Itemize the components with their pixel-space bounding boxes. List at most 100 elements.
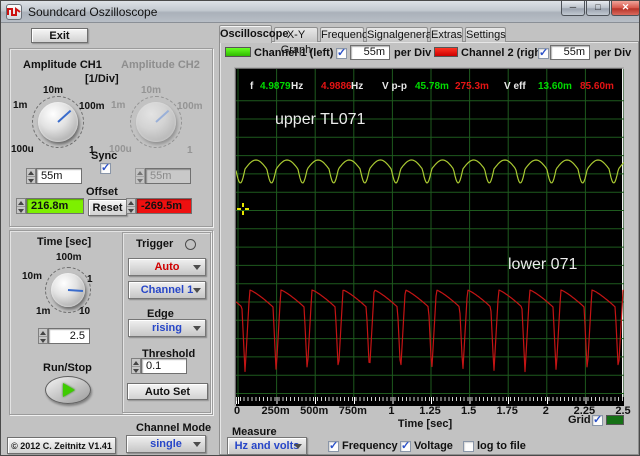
window-title: Soundcard Oszilloscope	[28, 5, 158, 19]
knob-tick-label: 10m	[43, 85, 64, 96]
upper-trace-annotation: upper TL071	[275, 111, 366, 128]
maximize-icon[interactable]: □	[586, 1, 610, 16]
x-tick-label: 250m	[261, 405, 290, 417]
title-bar[interactable]: Soundcard Oszilloscope ─ □ ✕	[1, 1, 639, 23]
app-window: Soundcard Oszilloscope ─ □ ✕ Exit Amplit…	[0, 0, 640, 456]
offset-ch2-field[interactable]: -269.5m	[136, 198, 192, 214]
meas-veff-ch1: 13.60m	[538, 81, 572, 92]
knob-tick-label: 10	[79, 306, 91, 317]
tab-frequency[interactable]: Frequency	[320, 27, 373, 42]
channel2-enable-checkbox[interactable]	[538, 46, 549, 59]
minimize-icon[interactable]: ─	[561, 1, 585, 16]
threshold-field[interactable]: 0.1	[141, 358, 187, 374]
chevron-down-icon	[193, 442, 201, 447]
trigger-led	[185, 239, 196, 250]
voltage-checkbox[interactable]	[400, 439, 411, 452]
offset-ch1-stepper[interactable]	[16, 198, 26, 214]
log-to-file-checkbox[interactable]	[463, 441, 474, 452]
knob-tick-label: 1m	[36, 306, 51, 317]
play-icon	[63, 383, 75, 397]
meas-veff-label: V eff	[504, 81, 526, 92]
frequency-checkbox[interactable]	[328, 439, 339, 452]
chevron-down-icon	[193, 288, 201, 293]
channel1-per-div-field[interactable]: 55m	[350, 45, 390, 60]
time-label: Time [sec]	[37, 236, 92, 248]
voltage-label: Voltage	[414, 440, 453, 452]
x-tick-label: 0	[233, 405, 241, 417]
per-div-label: per Div	[394, 47, 432, 59]
time-stepper[interactable]	[38, 328, 48, 344]
chevron-down-icon	[193, 326, 201, 331]
exit-button[interactable]: Exit	[31, 28, 88, 43]
meas-veff-ch2: 85.60m	[580, 81, 614, 92]
grid-color-swatch[interactable]	[606, 415, 624, 425]
knob-tick-label: 1m	[13, 100, 28, 111]
run-stop-button[interactable]	[45, 376, 91, 404]
offset-ch2-stepper[interactable]	[126, 198, 136, 214]
meas-f-ch2: 4.9886	[321, 81, 352, 92]
measure-mode-dropdown[interactable]: Hz and volts	[227, 437, 307, 455]
amplitude-ch2-field[interactable]: 55m	[145, 168, 191, 184]
sync-checkbox[interactable]	[100, 161, 111, 174]
x-tick-label: 1.25	[419, 405, 441, 417]
x-axis-title: Time [sec]	[397, 418, 453, 430]
channel1-enable-checkbox[interactable]	[336, 46, 347, 59]
knob-tick-label: 100m	[56, 252, 82, 263]
meas-hz2-label: Hz	[351, 81, 364, 92]
crosshair-cursor-icon[interactable]	[237, 203, 249, 215]
auto-set-button[interactable]: Auto Set	[127, 383, 208, 400]
amplitude-ch1-label: Amplitude CH1	[23, 59, 102, 71]
threshold-stepper[interactable]	[131, 358, 141, 374]
knob-tick-label: 10m	[141, 85, 162, 96]
tab-signalgenerator[interactable]: Signalgenerator	[366, 27, 445, 42]
knob-tick-label: 1	[87, 274, 93, 285]
chevron-down-icon	[193, 265, 201, 270]
knob-tick-label: 100m	[177, 101, 203, 112]
meas-hz1-label: Hz	[291, 81, 304, 92]
close-icon[interactable]: ✕	[611, 1, 639, 16]
grid-checkbox[interactable]	[592, 413, 603, 426]
lower-trace-annotation: lower 071	[508, 256, 578, 273]
knob-tick-label: 100u	[109, 144, 132, 155]
scope-plot[interactable]: f 4.9879 Hz 4.9886 Hz V p-p 45.78m 275.3…	[234, 67, 624, 406]
x-tick-label: 1	[388, 405, 395, 417]
about-button[interactable]: © 2012 C. Zeitnitz V1.41	[7, 437, 116, 454]
per-div-unit-label: [1/Div]	[85, 73, 119, 85]
amplitude-ch1-field[interactable]: 55m	[36, 168, 82, 184]
channel-mode-label: Channel Mode	[136, 422, 212, 434]
amplitude-ch2-stepper[interactable]	[135, 168, 145, 184]
log-to-file-label: log to file	[477, 440, 526, 452]
knob-tick-label: 100u	[11, 144, 34, 155]
x-tick-label: 500m	[300, 405, 329, 417]
x-tick-label: 2	[542, 405, 549, 417]
frequency-label: Frequency	[342, 440, 398, 452]
offset-ch1-field[interactable]: 216.8m	[26, 198, 84, 214]
tab-oscilloscope[interactable]: Oscilloscope	[219, 25, 288, 43]
per-div-label: per Div	[594, 47, 632, 59]
chevron-down-icon	[294, 444, 302, 449]
channel1-color-swatch	[225, 47, 251, 57]
knob-tick-label: 10m	[22, 271, 43, 282]
x-tick-label: 1.5	[460, 405, 477, 417]
trigger-mode-dropdown[interactable]: Auto	[128, 258, 206, 276]
meas-f-ch1: 4.9879	[260, 81, 291, 92]
tab-settings[interactable]: Settings	[465, 27, 506, 42]
offset-label: Offset	[86, 186, 118, 198]
x-tick-label: 750m	[338, 405, 367, 417]
channel-mode-dropdown[interactable]: single	[126, 435, 206, 453]
trigger-edge-dropdown[interactable]: rising	[128, 319, 206, 337]
tab-extras[interactable]: Extras	[430, 27, 463, 42]
meas-f-label: f	[250, 81, 254, 92]
channel2-per-div-field[interactable]: 55m	[550, 45, 590, 60]
meas-vpp-label: V p-p	[382, 81, 407, 92]
knob-tick-label: 1	[187, 145, 193, 156]
amplitude-ch2-label: Amplitude CH2	[121, 59, 200, 71]
time-field[interactable]: 2.5	[48, 328, 90, 344]
app-icon	[6, 4, 22, 20]
knob-tick-label: 1m	[111, 100, 126, 111]
trigger-channel-dropdown[interactable]: Channel 1	[128, 281, 206, 299]
meas-vpp-ch2: 275.3m	[455, 81, 489, 92]
run-stop-label: Run/Stop	[43, 362, 92, 374]
offset-reset-button[interactable]: Reset	[88, 199, 127, 216]
amplitude-ch1-stepper[interactable]	[26, 168, 36, 184]
